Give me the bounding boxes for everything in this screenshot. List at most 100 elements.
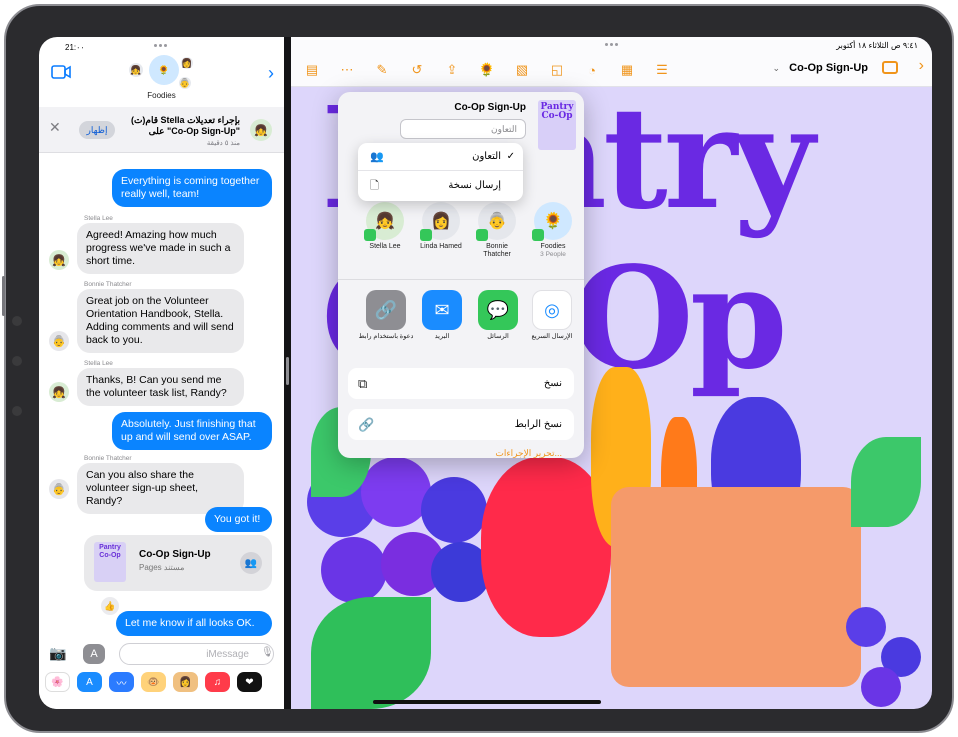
- linda-avatar: 👩: [420, 202, 460, 241]
- media-icon[interactable]: ▧: [511, 59, 533, 81]
- person-name: Linda Hamed: [420, 243, 462, 250]
- music-icon[interactable]: ♫: [205, 672, 230, 692]
- sensor-dot: [12, 356, 22, 366]
- compose-area: 📷 A iMessage 🎙 🌸 A 〰 🐵 👩 ♫ ❤: [39, 639, 284, 709]
- microphone-icon[interactable]: 🎙: [261, 647, 274, 658]
- collaboration-popup[interactable]: التعاون: [400, 119, 526, 139]
- person-linda[interactable]: 👩 Linda Hamed: [416, 202, 466, 251]
- fitness-icon[interactable]: ❤: [237, 672, 262, 692]
- copy-icon: ⧉: [358, 376, 368, 391]
- menu-label: إرسال نسخة: [448, 180, 501, 191]
- document-thumbnail: Pantry Co-Op: [94, 542, 126, 582]
- photos-icon[interactable]: 🌸: [45, 672, 70, 692]
- message-bubble-received[interactable]: Agreed! Amazing how much progress we've …: [77, 223, 244, 274]
- chevron-right-icon[interactable]: ›: [268, 63, 274, 84]
- message-bubble-received[interactable]: Thanks, B! Can you send me the volunteer…: [77, 368, 244, 406]
- card-title: Co-Op Sign-Up: [139, 549, 211, 560]
- undo-icon[interactable]: ↺: [406, 59, 428, 81]
- thumbs-up-icon[interactable]: 👍: [101, 597, 119, 615]
- camera-icon[interactable]: 📷: [49, 645, 66, 662]
- document-title[interactable]: Co-Op Sign-Up: [789, 62, 868, 74]
- chevron-right-icon[interactable]: ›: [919, 57, 924, 75]
- apps-row: ◎ الإرسال السريع 💬 الرسائل ✉ البريد 🔗 دع…: [338, 290, 584, 360]
- group-avatars[interactable]: 🌻 👧 👩 👵: [129, 55, 193, 95]
- bonnie-avatar: 👵: [49, 479, 69, 499]
- stella-avatar: 👧: [49, 250, 69, 270]
- screen: 21:٠٠ 🌻 👧 👩 👵 Foodies › ✕ إظهار قام(ت) S…: [39, 37, 932, 709]
- group-name[interactable]: Foodies: [39, 91, 284, 100]
- edit-notification-banner[interactable]: ✕ إظهار قام(ت) Stella بإجراء تعديلات على …: [39, 107, 284, 153]
- split-view-divider[interactable]: [284, 37, 291, 709]
- shapes-icon[interactable]: ◱: [546, 59, 568, 81]
- app-airdrop[interactable]: ◎ الإرسال السريع: [524, 290, 580, 341]
- camera-dot: [12, 316, 22, 326]
- home-indicator[interactable]: [373, 700, 601, 704]
- brush-icon[interactable]: ✎: [371, 59, 393, 81]
- app-store-icon[interactable]: A: [77, 672, 102, 692]
- sidebar-icon[interactable]: [882, 61, 898, 74]
- person-stella[interactable]: 👧 Stella Lee: [360, 202, 410, 251]
- app-store-icon[interactable]: A: [83, 644, 105, 664]
- collab-icon[interactable]: 🌻: [476, 59, 498, 81]
- message-bubble-sent[interactable]: Let me know if all looks OK.: [116, 611, 272, 636]
- sunflower-avatar: 🌻: [149, 55, 179, 85]
- stella-avatar: 👧: [49, 382, 69, 402]
- person-bonnie[interactable]: 👵 Bonnie Thatcher: [472, 202, 522, 259]
- memoji-icon[interactable]: 🐵: [141, 672, 166, 692]
- close-icon[interactable]: ✕: [49, 119, 61, 136]
- bonnie-avatar: 👵: [476, 202, 516, 241]
- toolbar-icons: ▤ ⋯ ✎ ↺ ⇪ 🌻 ▧ ◱ ◔ ▦ ☰: [301, 59, 673, 81]
- person-sub: 3 People: [540, 251, 566, 258]
- chart-icon[interactable]: ◔: [581, 59, 603, 81]
- multitask-handle[interactable]: [154, 44, 168, 47]
- sensor-dot: [12, 406, 22, 416]
- message-bubble-received[interactable]: Great job on the Volunteer Orientation H…: [77, 289, 244, 353]
- status-bar-right: ٩:٤١ ص الثلاثاء ١٨ أكتوبر: [836, 41, 918, 50]
- airdrop-icon: ◎: [532, 290, 572, 330]
- people-icon: 👥: [370, 151, 384, 163]
- document-icon[interactable]: ▤: [301, 59, 323, 81]
- sender-name: Stella Lee: [84, 215, 113, 222]
- grape-shape: [361, 457, 431, 527]
- link-icon: 🔗: [366, 290, 406, 330]
- app-invite-link[interactable]: 🔗 دعوة باستخدام رابط: [358, 290, 414, 341]
- document-icon: 🗋: [370, 180, 379, 192]
- grape-shape: [321, 537, 387, 603]
- app-mail[interactable]: ✉ البريد: [414, 290, 470, 341]
- text-icon[interactable]: ☰: [651, 59, 673, 81]
- pages-app: Pantry Co-Op ٩:٤١ ص الثلاثاء: [291, 37, 932, 709]
- action-label: نسخ الرابط: [514, 419, 562, 430]
- people-row: 🌻 Foodies 3 People 👵 Bonnie Thatcher 👩 L…: [338, 200, 584, 280]
- volume-button: [2, 276, 5, 316]
- message-bubble-sent[interactable]: Absolutely. Just finishing that up and w…: [112, 412, 272, 450]
- menu-item-send-copy[interactable]: إرسال نسخة 🗋: [358, 172, 523, 200]
- share-icon[interactable]: ⇪: [441, 59, 463, 81]
- grocery-bag-shape: [611, 487, 861, 687]
- messages-icon: 💬: [478, 290, 518, 330]
- multitask-handle[interactable]: [605, 43, 619, 46]
- app-messages[interactable]: 💬 الرسائل: [470, 290, 526, 341]
- messages-header: 🌻 👧 👩 👵 Foodies ›: [39, 49, 284, 107]
- message-bubble-sent[interactable]: You got it!: [205, 507, 272, 532]
- more-icon[interactable]: ⋯: [336, 59, 358, 81]
- chevron-down-icon[interactable]: ⌄: [772, 63, 780, 74]
- edit-actions-link[interactable]: تحرير الإجراءات...: [495, 448, 562, 458]
- avatar: 👧: [129, 63, 143, 77]
- collaborators-icon[interactable]: 👥: [240, 552, 262, 574]
- collab-value: التعاون: [491, 124, 517, 134]
- stella-avatar: 👧: [364, 202, 404, 241]
- audio-icon[interactable]: 〰: [109, 672, 134, 692]
- message-input[interactable]: iMessage: [119, 643, 274, 665]
- copy-link-action[interactable]: نسخ الرابط 🔗: [348, 409, 574, 440]
- message-bubble-sent[interactable]: Everything is coming together really wel…: [112, 169, 272, 207]
- copy-action[interactable]: نسخ ⧉: [348, 368, 574, 399]
- share-title: Co-Op Sign-Up: [454, 102, 526, 113]
- menu-item-collaborate[interactable]: ✓ التعاون 👥: [358, 143, 523, 171]
- app-label: الرسائل: [487, 333, 509, 340]
- video-call-icon[interactable]: [51, 65, 71, 79]
- table-icon[interactable]: ▦: [616, 59, 638, 81]
- stickers-icon[interactable]: 👩: [173, 672, 198, 692]
- shared-document-card[interactable]: Pantry Co-Op Co-Op Sign-Up Pages مستند 👥: [84, 535, 272, 591]
- person-foodies[interactable]: 🌻 Foodies 3 People: [528, 202, 578, 258]
- ipad-frame: 21:٠٠ 🌻 👧 👩 👵 Foodies › ✕ إظهار قام(ت) S…: [2, 4, 954, 733]
